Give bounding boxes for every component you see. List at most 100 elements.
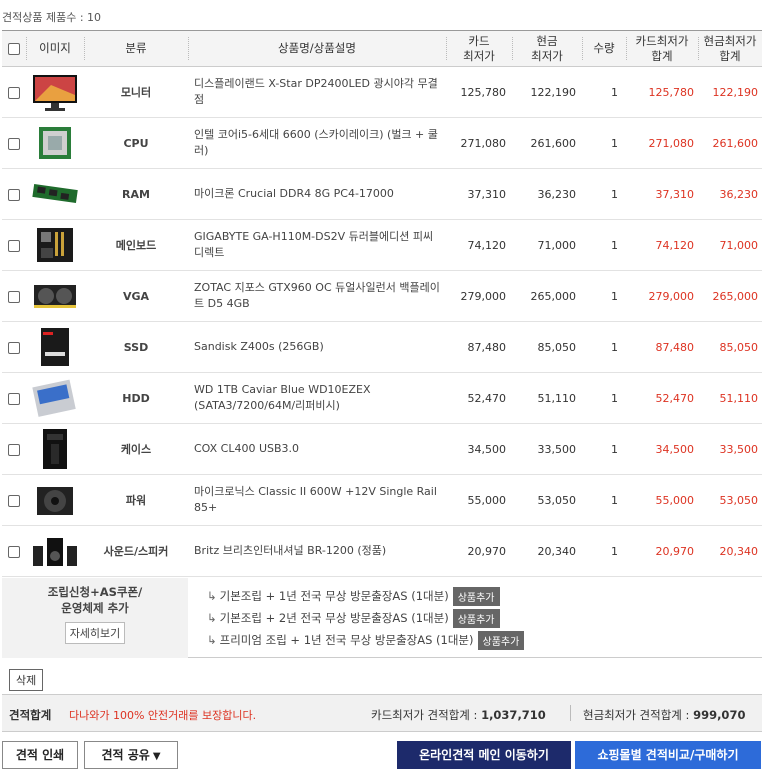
col-qty: 수량 (582, 30, 626, 67)
cash-sum: 51,110 (698, 372, 762, 424)
card-price: 279,000 (446, 270, 512, 322)
compare-purchase-button[interactable]: 쇼핑몰별 견적비교/구매하기 (575, 741, 761, 769)
card-sum: 87,480 (626, 321, 698, 373)
product-image[interactable] (26, 423, 84, 475)
category-cell: 메인보드 (84, 219, 188, 271)
product-name[interactable]: ZOTAC 지포스 GTX960 OC 듀얼사일런서 백플레이트 D5 4GB (188, 270, 446, 322)
product-name[interactable]: Britz 브리츠인터내셔널 BR-1200 (정품) (188, 525, 446, 577)
table-row: 모니터 디스플레이랜드 X-Star DP2400LED 광시야각 무결점 125,… (2, 66, 762, 118)
category-cell: 모니터 (84, 66, 188, 118)
return-arrow-icon: ↳ (207, 633, 217, 647)
card-price: 52,470 (446, 372, 512, 424)
table-row: 케이스 COX CL400 USB3.0 34,500 33,500 1 34,500 33… (2, 423, 762, 475)
cash-sum: 85,050 (698, 321, 762, 373)
add-product-button[interactable]: 상품추가 (452, 587, 500, 606)
category-cell: SSD (84, 321, 188, 373)
quantity: 1 (582, 270, 626, 322)
card-price: 87,480 (446, 321, 512, 373)
card-sum: 20,970 (626, 525, 698, 577)
product-image[interactable] (26, 117, 84, 169)
row-checkbox[interactable] (2, 117, 26, 169)
card-price: 20,970 (446, 525, 512, 577)
col-cash-price: 현금 최저가 (512, 30, 582, 67)
col-image: 이미지 (26, 30, 84, 67)
addon-title: 조립신청+AS쿠폰/ 운영체제 추가 (47, 585, 143, 615)
addon-title-box: 조립신청+AS쿠폰/ 운영체제 추가 자세히보기 (2, 578, 188, 658)
cash-price: 51,110 (512, 372, 582, 424)
category-cell: 파워 (84, 474, 188, 526)
card-sum: 52,470 (626, 372, 698, 424)
table-row: 메인보드 GIGABYTE GA-H110M-DS2V 듀러블에디션 피씨디렉트 7… (2, 219, 762, 271)
select-all-checkbox[interactable] (2, 30, 26, 67)
row-checkbox[interactable] (2, 219, 26, 271)
product-name[interactable]: Sandisk Z400s (256GB) (188, 321, 446, 373)
product-name[interactable]: 인텔 코어i5-6세대 6600 (스카이레이크) (벌크 + 쿨러) (188, 117, 446, 169)
return-arrow-icon: ↳ (207, 611, 217, 625)
category-cell: RAM (84, 168, 188, 220)
product-name[interactable]: 디스플레이랜드 X-Star DP2400LED 광시야각 무결점 (188, 66, 446, 118)
speakers-icon (31, 530, 79, 572)
category-cell: 사운드/스피커 (84, 525, 188, 577)
category-cell: 케이스 (84, 423, 188, 475)
product-image[interactable] (26, 168, 84, 220)
product-name[interactable]: GIGABYTE GA-H110M-DS2V 듀러블에디션 피씨디렉트 (188, 219, 446, 271)
row-checkbox[interactable] (2, 66, 26, 118)
row-checkbox[interactable] (2, 474, 26, 526)
product-image[interactable] (26, 66, 84, 118)
cash-price: 33,500 (512, 423, 582, 475)
card-sum: 279,000 (626, 270, 698, 322)
col-card-price: 카드 최저가 (446, 30, 512, 67)
cash-price: 20,340 (512, 525, 582, 577)
row-checkbox[interactable] (2, 321, 26, 373)
print-estimate-button[interactable]: 견적 인쇄 (2, 741, 78, 769)
cash-sum: 122,190 (698, 66, 762, 118)
row-checkbox[interactable] (2, 525, 26, 577)
product-name[interactable]: 마이크로닉스 Classic II 600W +12V Single Rail … (188, 474, 446, 526)
col-name: 상품명/상품설명 (188, 30, 446, 67)
go-main-button[interactable]: 온라인견적 메인 이동하기 (397, 741, 571, 769)
cash-sum: 53,050 (698, 474, 762, 526)
quantity: 1 (582, 321, 626, 373)
product-image[interactable] (26, 321, 84, 373)
table-header: 이미지 분류 상품명/상품설명 카드 최저가 현금 최저가 수량 카드최저가 합… (2, 30, 762, 67)
ssd-icon (31, 326, 79, 368)
row-checkbox[interactable] (2, 423, 26, 475)
product-name[interactable]: COX CL400 USB3.0 (188, 423, 446, 475)
col-category: 분류 (84, 30, 188, 67)
card-sum: 74,120 (626, 219, 698, 271)
product-image[interactable] (26, 219, 84, 271)
hdd-icon (31, 377, 79, 419)
product-image[interactable] (26, 474, 84, 526)
motherboard-icon (31, 224, 79, 266)
cash-sum: 71,000 (698, 219, 762, 271)
monitor-icon (31, 71, 79, 113)
table-row: 사운드/스피커 Britz 브리츠인터내셔널 BR-1200 (정품) 20,970… (2, 525, 762, 577)
table-row: 파워 마이크로닉스 Classic II 600W +12V Single Rai… (2, 474, 762, 526)
delete-button[interactable]: 삭제 (9, 669, 44, 691)
add-product-button[interactable]: 상품추가 (477, 631, 525, 650)
col-card-sum: 카드최저가 합계 (626, 30, 698, 67)
addon-option-text: 기본조립 + 2년 전국 무상 방문출장AS (1대분) (219, 611, 449, 625)
share-estimate-button[interactable]: 견적 공유 ▼ (84, 741, 178, 769)
row-checkbox[interactable] (2, 372, 26, 424)
card-sum: 34,500 (626, 423, 698, 475)
row-checkbox[interactable] (2, 270, 26, 322)
product-image[interactable] (26, 372, 84, 424)
product-name[interactable]: 마이크론 Crucial DDR4 8G PC4-17000 (188, 168, 446, 220)
cash-price: 36,230 (512, 168, 582, 220)
addon-option-2: ↳ 기본조립 + 2년 전국 무상 방문출장AS (1대분) 상품추가 (207, 609, 500, 628)
details-button[interactable]: 자세히보기 (64, 622, 126, 644)
card-price: 271,080 (446, 117, 512, 169)
card-price: 55,000 (446, 474, 512, 526)
add-product-button[interactable]: 상품추가 (452, 609, 500, 628)
row-checkbox[interactable] (2, 168, 26, 220)
product-name[interactable]: WD 1TB Caviar Blue WD10EZEX (SATA3/7200/… (188, 372, 446, 424)
product-count: 견적상품 제품수 : 10 (2, 11, 102, 24)
category-cell: CPU (84, 117, 188, 169)
product-image[interactable] (26, 270, 84, 322)
cash-sum: 36,230 (698, 168, 762, 220)
cash-sum: 265,000 (698, 270, 762, 322)
chevron-down-icon: ▼ (152, 751, 161, 762)
quantity: 1 (582, 372, 626, 424)
product-image[interactable] (26, 525, 84, 577)
